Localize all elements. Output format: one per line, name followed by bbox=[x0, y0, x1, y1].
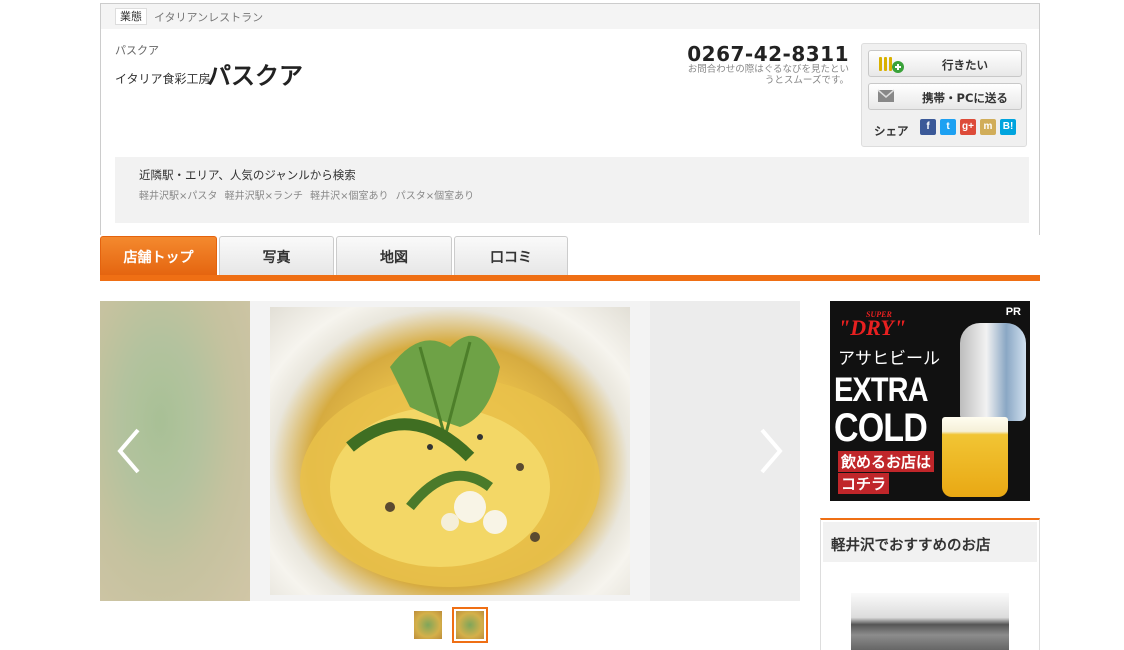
shop-name: パスクア bbox=[207, 62, 303, 90]
ad-cta-line2: コチラ bbox=[838, 473, 890, 494]
ad-brand-text: アサヒビール bbox=[838, 349, 940, 369]
phone-number[interactable]: 0267-42-8311 bbox=[687, 42, 849, 66]
chevron-left-icon[interactable] bbox=[114, 426, 144, 476]
fork-knife-plus-icon bbox=[877, 56, 905, 77]
google-plus-icon[interactable]: g+ bbox=[960, 119, 976, 135]
search-link[interactable]: 軽井沢駅×ランチ bbox=[225, 191, 303, 202]
tab-reviews[interactable]: 口コミ bbox=[454, 236, 568, 276]
shop-subtitle: イタリア食彩工房 bbox=[115, 72, 211, 86]
nearby-search-title: 近隣駅・エリア、人気のジャンルから検索 bbox=[139, 168, 356, 182]
twitter-icon[interactable]: t bbox=[940, 119, 956, 135]
send-to-mobile-button[interactable]: 携帯・PCに送る bbox=[868, 83, 1022, 110]
want-to-go-button[interactable]: 行きたい bbox=[868, 50, 1022, 77]
category-bar: 業態 イタリアンレストラン bbox=[101, 4, 1039, 29]
tab-photos[interactable]: 写真 bbox=[219, 236, 334, 276]
mail-icon bbox=[877, 89, 895, 106]
phone-note: お問合わせの際はぐるなびを見たというとスムーズです。 bbox=[687, 64, 849, 86]
tab-map[interactable]: 地図 bbox=[336, 236, 452, 276]
tab-underline bbox=[100, 275, 1040, 281]
shop-tab-bar: 店舗トップ 写真 地図 口コミ bbox=[100, 236, 1040, 281]
hatena-bookmark-icon[interactable]: B! bbox=[1000, 119, 1016, 135]
ad-dry-text: "DRY" bbox=[838, 315, 907, 340]
search-link[interactable]: 軽井沢駅×パスタ bbox=[139, 191, 217, 202]
facebook-icon[interactable]: f bbox=[920, 119, 936, 135]
main-photo-frame bbox=[250, 301, 650, 601]
photo-gallery bbox=[100, 301, 800, 601]
shop-header: 業態 イタリアンレストラン パスクア イタリア食彩工房 パスクア 0267-42… bbox=[100, 3, 1040, 235]
ad-cold-text: COLD bbox=[834, 406, 928, 450]
main-photo-pasta bbox=[270, 307, 630, 595]
recommended-shops-header: 軽井沢でおすすめのお店 bbox=[823, 522, 1037, 562]
category-value: イタリアンレストラン bbox=[154, 11, 264, 24]
recommended-shops-title: 軽井沢でおすすめのお店 bbox=[831, 538, 991, 554]
recommended-shop-photo[interactable] bbox=[851, 593, 1009, 650]
photo-thumbnail-active[interactable] bbox=[452, 607, 488, 643]
action-box: 行きたい 携帯・PCに送る シェア f t g+ m B! bbox=[861, 43, 1027, 147]
ad-extra-text: EXTRA bbox=[834, 371, 929, 409]
shop-kana: パスクア bbox=[115, 44, 159, 57]
beer-tap-image bbox=[960, 323, 1026, 421]
ad-pr-label: PR bbox=[1005, 306, 1021, 318]
send-to-mobile-label: 携帯・PCに送る bbox=[922, 91, 1008, 105]
nearby-search-links: 軽井沢駅×パスタ 軽井沢駅×ランチ 軽井沢×個室あり パスタ×個室あり bbox=[139, 187, 478, 202]
category-tag: 業態 bbox=[115, 8, 147, 25]
photo-thumbnail[interactable] bbox=[410, 607, 446, 643]
mixi-icon[interactable]: m bbox=[980, 119, 996, 135]
search-link[interactable]: 軽井沢×個室あり bbox=[310, 191, 388, 202]
nearby-search-panel: 近隣駅・エリア、人気のジャンルから検索 軽井沢駅×パスタ 軽井沢駅×ランチ 軽井… bbox=[115, 157, 1029, 223]
search-link[interactable]: パスタ×個室あり bbox=[396, 191, 474, 202]
tab-shop-top[interactable]: 店舗トップ bbox=[100, 236, 217, 277]
chevron-right-icon[interactable] bbox=[756, 426, 786, 476]
asahi-ad-banner[interactable]: PR SUPER "DRY" アサヒビール EXTRA COLD 飲めるお店は … bbox=[830, 301, 1030, 501]
share-label: シェア bbox=[874, 124, 909, 138]
beer-glass-image bbox=[942, 417, 1008, 497]
ad-cta-line1: 飲めるお店は bbox=[838, 451, 935, 472]
want-to-go-label: 行きたい bbox=[942, 58, 988, 72]
recommended-shops-panel: 軽井沢でおすすめのお店 bbox=[820, 518, 1040, 650]
